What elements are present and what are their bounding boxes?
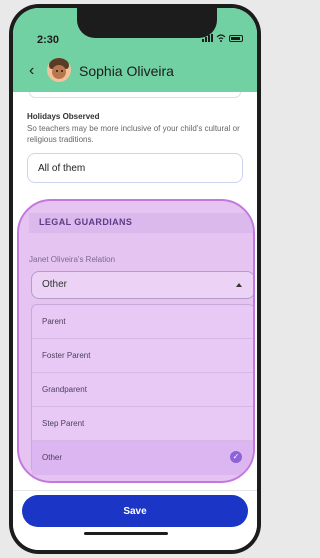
- option-parent[interactable]: Parent: [32, 305, 253, 339]
- home-indicator: [84, 532, 168, 535]
- page-title: Sophia Oliveira: [79, 63, 174, 79]
- signal-icon: [202, 34, 213, 42]
- relation-options: Parent Foster Parent Grandparent Step Pa…: [31, 304, 253, 475]
- legal-guardians-section: LEGAL GUARDIANS Janet Oliveira's Relatio…: [17, 199, 255, 483]
- chevron-up-icon: [236, 283, 242, 287]
- option-foster-parent[interactable]: Foster Parent: [32, 339, 253, 373]
- notch: [77, 8, 217, 38]
- section-heading: LEGAL GUARDIANS: [29, 213, 253, 233]
- avatar: [47, 58, 71, 82]
- relation-selected-value: Other: [42, 279, 68, 290]
- wifi-icon: [216, 34, 226, 42]
- screen: 2:30 ‹ Sophia Oliveira Holidays Observed…: [13, 8, 257, 550]
- holidays-field[interactable]: All of them: [27, 153, 243, 183]
- battery-icon: [229, 34, 243, 42]
- option-grandparent[interactable]: Grandparent: [32, 373, 253, 407]
- relation-label: Janet Oliveira's Relation: [29, 255, 116, 264]
- back-chevron-icon[interactable]: ‹: [29, 63, 34, 79]
- phone-frame: 2:30 ‹ Sophia Oliveira Holidays Observed…: [9, 4, 261, 554]
- relation-select[interactable]: Other: [31, 271, 253, 299]
- app-header: 2:30 ‹ Sophia Oliveira: [13, 8, 257, 92]
- previous-field-edge: [29, 92, 241, 98]
- option-step-parent[interactable]: Step Parent: [32, 407, 253, 441]
- save-button[interactable]: Save: [22, 495, 248, 527]
- status-icons: [202, 34, 243, 42]
- option-other[interactable]: Other ✓: [32, 441, 253, 475]
- status-time: 2:30: [37, 34, 60, 46]
- holidays-help: So teachers may be more inclusive of you…: [27, 124, 240, 144]
- holidays-label: Holidays Observed: [27, 112, 100, 121]
- check-circle-icon: ✓: [230, 451, 242, 463]
